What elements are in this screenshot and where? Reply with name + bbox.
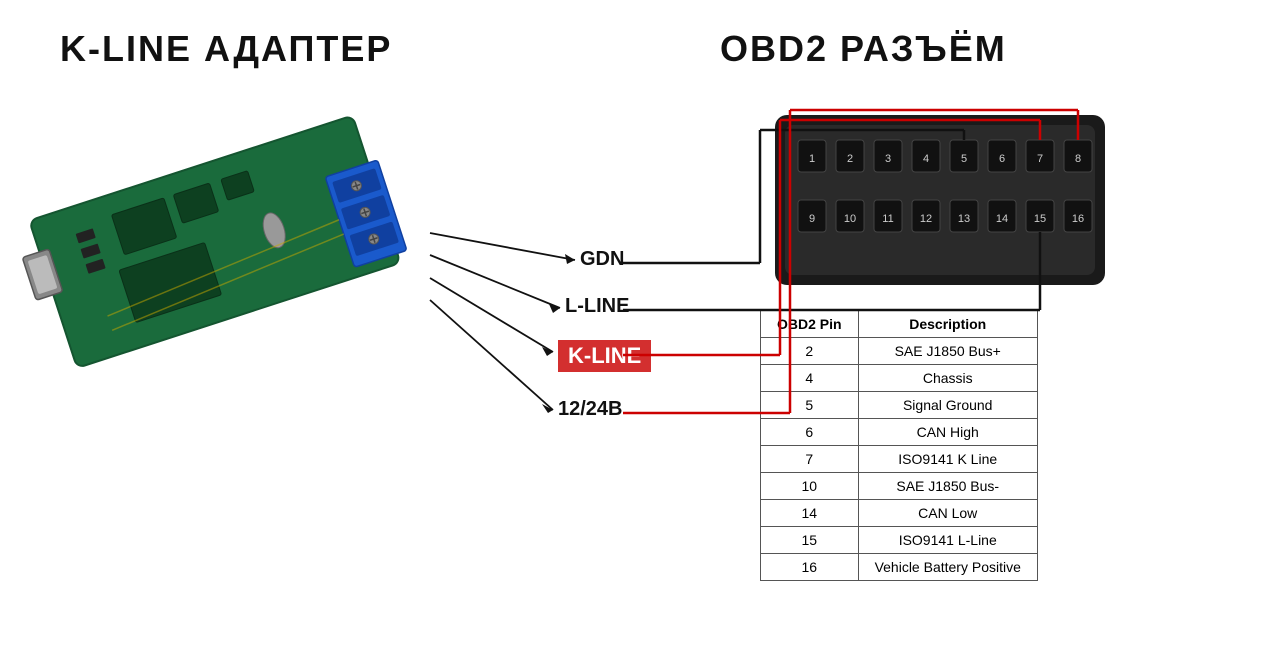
table-header-pin: OBD2 Pin (761, 311, 859, 338)
table-row: 16Vehicle Battery Positive (761, 554, 1038, 581)
svg-text:1: 1 (809, 153, 815, 165)
table-row: 4Chassis (761, 365, 1038, 392)
table-cell-pin: 10 (761, 473, 859, 500)
table-row: 6CAN High (761, 419, 1038, 446)
svg-text:9: 9 (809, 213, 815, 225)
table-cell-desc: SAE J1850 Bus- (858, 473, 1037, 500)
label-gdn: GDN (580, 248, 624, 271)
table-cell-desc: CAN High (858, 419, 1037, 446)
label-kline: K-LINE (558, 340, 651, 372)
table-row: 5Signal Ground (761, 392, 1038, 419)
svg-text:15: 15 (1034, 213, 1046, 225)
table-row: 10SAE J1850 Bus- (761, 473, 1038, 500)
obd-table: OBD2 Pin Description 2SAE J1850 Bus+4Cha… (760, 310, 1038, 581)
svg-text:12: 12 (920, 213, 932, 225)
svg-text:16: 16 (1072, 213, 1084, 225)
label-lline: L-LINE (565, 295, 629, 318)
table-cell-desc: ISO9141 L-Line (858, 527, 1037, 554)
table-row: 15ISO9141 L-Line (761, 527, 1038, 554)
svg-text:8: 8 (1075, 153, 1081, 165)
svg-text:14: 14 (996, 213, 1008, 225)
svg-text:6: 6 (999, 153, 1005, 165)
svg-text:3: 3 (885, 153, 891, 165)
svg-text:13: 13 (958, 213, 970, 225)
table-cell-desc: Vehicle Battery Positive (858, 554, 1037, 581)
table-cell-desc: ISO9141 K Line (858, 446, 1037, 473)
table-row: 2SAE J1850 Bus+ (761, 338, 1038, 365)
table-cell-pin: 2 (761, 338, 859, 365)
svg-text:7: 7 (1037, 153, 1043, 165)
table-cell-pin: 7 (761, 446, 859, 473)
table-header-desc: Description (858, 311, 1037, 338)
table-cell-pin: 15 (761, 527, 859, 554)
table-cell-pin: 5 (761, 392, 859, 419)
table-cell-pin: 16 (761, 554, 859, 581)
table-cell-pin: 6 (761, 419, 859, 446)
svg-text:2: 2 (847, 153, 853, 165)
svg-text:10: 10 (844, 213, 856, 225)
table-row: 14CAN Low (761, 500, 1038, 527)
label-power: 12/24В (558, 398, 623, 421)
title-right: OBD2 РАЗЪЁМ (720, 28, 1007, 70)
table-cell-pin: 4 (761, 365, 859, 392)
svg-text:4: 4 (923, 153, 929, 165)
table-cell-desc: Chassis (858, 365, 1037, 392)
table-row: 7ISO9141 K Line (761, 446, 1038, 473)
table-cell-desc: SAE J1850 Bus+ (858, 338, 1037, 365)
svg-text:11: 11 (882, 213, 893, 225)
table-cell-desc: Signal Ground (858, 392, 1037, 419)
svg-text:5: 5 (961, 153, 967, 165)
table-cell-desc: CAN Low (858, 500, 1037, 527)
title-left: K-LINE АДАПТЕР (60, 28, 392, 70)
table-cell-pin: 14 (761, 500, 859, 527)
